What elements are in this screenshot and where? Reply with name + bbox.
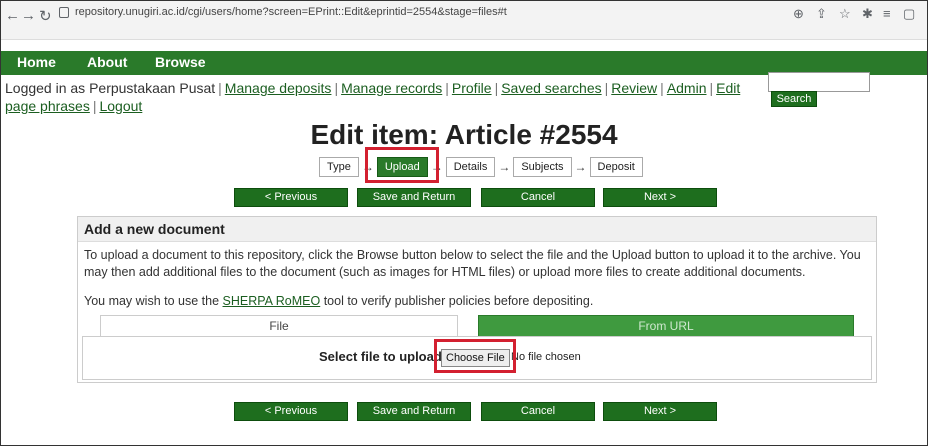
no-file-status: No file chosen [511, 351, 581, 363]
nav-browse[interactable]: Browse [155, 54, 206, 70]
browser-toolbar: ← → ↻ repository.unugiri.ac.id/cgi/users… [1, 1, 927, 40]
next-button[interactable]: Next > [603, 188, 717, 207]
arrow-icon: → [498, 160, 511, 174]
page-title: Edit item: Article #2554 [310, 119, 618, 150]
nav-about[interactable]: About [87, 54, 127, 70]
cancel-button[interactable]: Cancel [481, 188, 595, 207]
tab-file[interactable]: File [100, 315, 458, 336]
next-button[interactable]: Next > [603, 402, 717, 421]
stage-details[interactable]: Details [445, 157, 496, 177]
stage-subjects[interactable]: Subjects [513, 157, 572, 177]
link-review[interactable]: Review [611, 80, 657, 96]
forward-icon[interactable]: → [21, 7, 36, 24]
upload-highlight-box [365, 147, 439, 183]
link-manage-deposits[interactable]: Manage deposits [225, 80, 332, 96]
link-profile[interactable]: Profile [452, 80, 492, 96]
previous-button[interactable]: < Previous [234, 402, 348, 421]
zoom-icon[interactable]: ⊕ [793, 6, 804, 22]
upload-instructions: To upload a document to this repository,… [84, 248, 861, 279]
link-admin[interactable]: Admin [667, 80, 707, 96]
sidebar-icon[interactable]: ▢ [903, 6, 915, 22]
link-logout[interactable]: Logout [99, 98, 142, 114]
url-text: repository.unugiri.ac.id/cgi/users/home?… [75, 6, 507, 18]
address-bar[interactable]: repository.unugiri.ac.id/cgi/users/home?… [59, 6, 507, 18]
panel-title: Add a new document [84, 221, 225, 237]
save-return-button[interactable]: Save and Return [357, 188, 471, 207]
select-file-label: Select file to upload [319, 349, 442, 364]
browser-window: ← → ↻ repository.unugiri.ac.id/cgi/users… [0, 0, 928, 446]
link-manage-records[interactable]: Manage records [341, 80, 442, 96]
share-icon[interactable]: ⇪ [816, 6, 827, 22]
sherpa-romeo-link[interactable]: SHERPA RoMEO [223, 294, 321, 308]
back-icon[interactable]: ← [5, 7, 20, 24]
user-menu: Logged in as Perpustakaan Pusat | Manage d… [5, 80, 741, 114]
link-saved-searches[interactable]: Saved searches [501, 80, 601, 96]
stage-deposit[interactable]: Deposit [589, 157, 643, 177]
reload-icon[interactable]: ↻ [39, 7, 52, 25]
search-input[interactable] [768, 72, 870, 92]
lock-icon [59, 6, 69, 18]
sherpa-note: You may wish to use the SHERPA RoMEO too… [84, 294, 594, 308]
panel-header: Add a new document [78, 217, 876, 242]
nav-home[interactable]: Home [17, 54, 56, 70]
choose-file-highlight-box [434, 339, 516, 373]
star-icon[interactable]: ☆ [839, 6, 851, 22]
extensions-icon[interactable]: ✱ [862, 6, 873, 22]
previous-button[interactable]: < Previous [234, 188, 348, 207]
save-return-button[interactable]: Save and Return [357, 402, 471, 421]
cancel-button[interactable]: Cancel [481, 402, 595, 421]
stage-type[interactable]: Type [319, 157, 359, 177]
arrow-icon: → [574, 160, 587, 174]
reading-list-icon[interactable]: ≡ [883, 6, 891, 21]
logged-in-text: Logged in as Perpustakaan Pusat [5, 80, 216, 96]
tab-from-url[interactable]: From URL [478, 315, 854, 337]
search-button[interactable]: Search [771, 91, 817, 107]
